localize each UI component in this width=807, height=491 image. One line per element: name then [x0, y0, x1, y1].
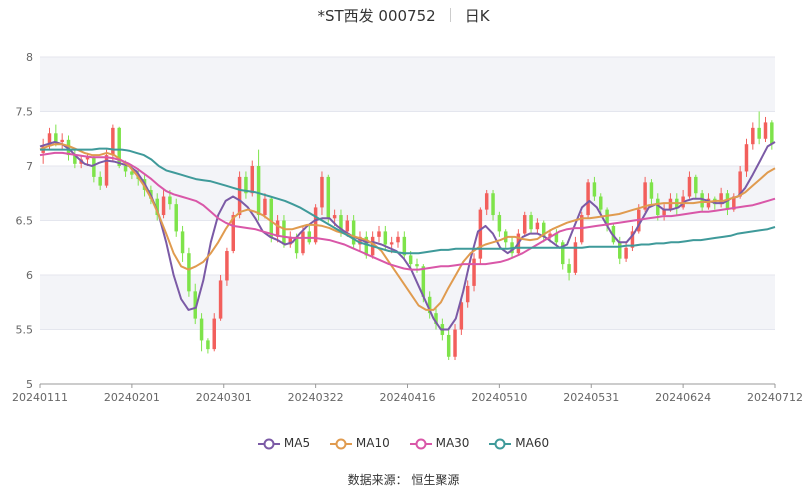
legend-marker-ma5	[257, 438, 280, 450]
x-tick-label: 20240510	[471, 391, 527, 404]
candle-body	[332, 215, 337, 219]
candle-body	[408, 255, 413, 265]
legend-marker-ma10	[329, 438, 352, 450]
grid-band	[40, 275, 775, 330]
candle-body	[54, 133, 58, 143]
candle-body	[320, 176, 324, 208]
legend-label-ma60: MA60	[515, 436, 550, 450]
candle-body	[269, 198, 274, 237]
legend-marker-ma30	[409, 438, 432, 450]
candle-body	[206, 340, 210, 350]
legend-marker-ma60	[489, 438, 512, 450]
candle-body	[212, 318, 216, 350]
y-tick-label: 6.5	[16, 215, 34, 228]
y-tick-label: 5	[26, 378, 33, 391]
candle-body	[751, 127, 755, 145]
candle-body	[624, 247, 628, 259]
candle-body	[256, 166, 261, 216]
candle-body	[522, 215, 527, 234]
candle-body	[694, 176, 698, 194]
candle-body	[763, 122, 768, 139]
candle-body	[446, 334, 451, 357]
candle-body	[225, 251, 229, 281]
y-tick-label: 6	[26, 269, 33, 282]
candle-body	[770, 122, 774, 145]
candle-body	[263, 198, 267, 216]
candle-body	[484, 193, 489, 210]
candle-body	[301, 231, 305, 254]
candle-body	[282, 220, 286, 245]
candle-body	[326, 176, 331, 219]
x-tick-label: 20240712	[747, 391, 803, 404]
candle-body	[453, 329, 457, 357]
candle-body	[491, 193, 495, 216]
legend-label-ma30: MA30	[435, 436, 470, 450]
candle-body	[478, 209, 483, 259]
candle-body	[383, 231, 388, 245]
candle-body	[497, 215, 502, 232]
legend-item-ma30[interactable]: MA30	[409, 436, 470, 450]
legend-label-ma5: MA5	[283, 436, 311, 450]
candle-body	[180, 231, 185, 254]
candle-body	[377, 231, 381, 237]
candle-body	[586, 182, 590, 216]
candle-body	[218, 280, 223, 319]
candle-body	[465, 285, 470, 303]
candle-body	[187, 253, 191, 292]
x-tick-label: 20240624	[655, 391, 711, 404]
candle-body	[307, 231, 312, 243]
candle-body	[668, 198, 673, 210]
candle-body	[199, 318, 204, 341]
legend-label-ma10: MA10	[355, 436, 390, 450]
legend: MA5 MA10 MA30 MA60	[0, 436, 807, 450]
candle-body	[687, 176, 692, 197]
kline-chart: 5 5.5 6 6.5 7 7.5 8 20240111 20240201 20240301 202…	[12, 51, 803, 404]
candle-body	[757, 127, 761, 139]
y-tick-label: 8	[26, 51, 33, 64]
x-tick-label: 20240111	[12, 391, 68, 404]
legend-item-ma60[interactable]: MA60	[489, 436, 549, 450]
candle-body	[98, 176, 102, 186]
candle-body	[111, 127, 115, 156]
x-tick-label: 20240416	[380, 391, 436, 404]
candle-body	[161, 196, 166, 216]
candle-body	[250, 166, 255, 194]
data-source: 数据来源： 恒生聚源	[347, 473, 460, 487]
candle-body	[599, 196, 603, 210]
candle-body	[535, 222, 540, 230]
y-tick-label: 7.5	[16, 106, 34, 119]
candle-body	[415, 264, 419, 267]
y-tick-label: 7	[26, 160, 33, 173]
candle-body	[345, 220, 350, 232]
candle-body	[744, 144, 749, 172]
candle-body	[168, 196, 172, 205]
candle-body	[174, 204, 178, 232]
candle-body	[649, 182, 654, 199]
candle-body	[472, 258, 476, 286]
candle-body	[60, 139, 64, 143]
candle-body	[396, 236, 400, 243]
candle-body	[567, 264, 571, 273]
x-tick-label: 20240531	[563, 391, 619, 404]
y-tick-label: 5.5	[16, 324, 34, 337]
legend-item-ma5[interactable]: MA5	[257, 436, 311, 450]
candle-body	[389, 242, 394, 245]
candle-body	[237, 176, 242, 216]
candle-body	[92, 157, 96, 177]
grid-band	[40, 57, 775, 112]
x-tick-label: 20240201	[104, 391, 160, 404]
x-tick-label: 20240301	[196, 391, 252, 404]
x-tick-label: 20240322	[288, 391, 344, 404]
legend-item-ma10[interactable]: MA10	[329, 436, 390, 450]
candle-body	[123, 166, 128, 172]
candle-body	[529, 215, 533, 230]
candle-body	[592, 182, 597, 197]
candle-body	[618, 242, 622, 259]
